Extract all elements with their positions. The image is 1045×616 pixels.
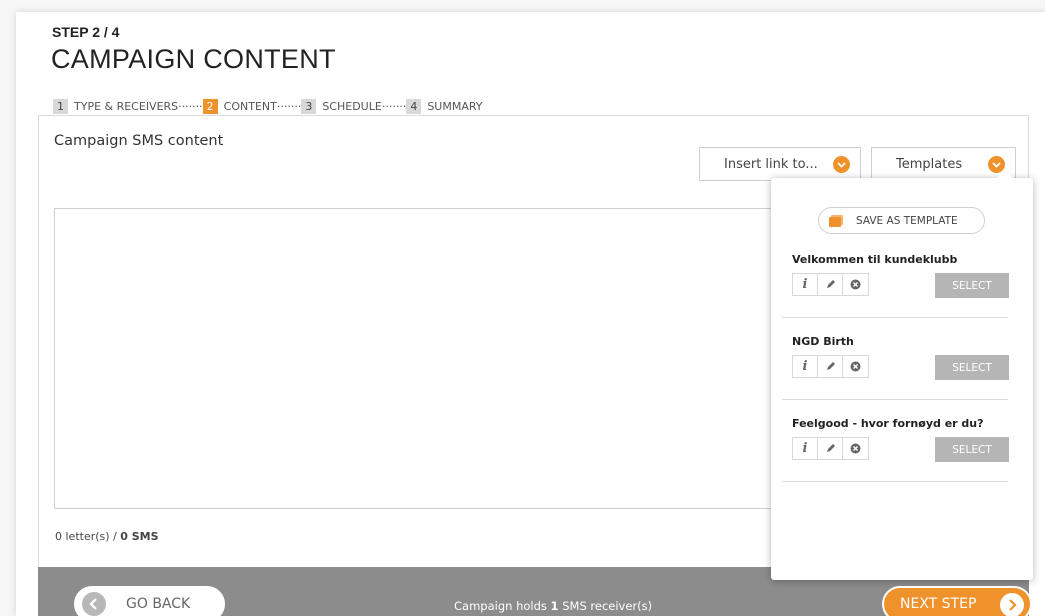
next-step-label: NEXT STEP (900, 596, 977, 612)
close-circle-icon[interactable] (843, 274, 868, 295)
info-icon[interactable]: i (793, 438, 818, 459)
step-type-receivers[interactable]: 1 TYPE & RECEIVERS (53, 99, 178, 114)
step-separator: ······· (276, 100, 302, 113)
arrow-right-icon (1000, 593, 1024, 616)
pencil-icon[interactable] (818, 438, 843, 459)
close-circle-icon[interactable] (843, 356, 868, 377)
receiver-count: 1 (550, 599, 559, 613)
receiver-summary: Campaign holds 1 SMS receiver(s) (454, 599, 652, 613)
select-template-button[interactable]: SELECT (935, 355, 1009, 380)
arrow-left-icon (82, 592, 106, 616)
save-as-template-button[interactable]: SAVE AS TEMPLATE (818, 207, 985, 234)
pencil-icon[interactable] (818, 356, 843, 377)
next-step-button[interactable]: NEXT STEP (882, 586, 1032, 616)
wizard-stepper: 1 TYPE & RECEIVERS ······· 2 CONTENT ···… (53, 99, 483, 114)
sms-counter: 0 letter(s) / 0 SMS (55, 530, 159, 543)
templates-label: Templates (896, 156, 963, 172)
info-icon[interactable]: i (793, 274, 818, 295)
go-back-label: GO BACK (126, 596, 191, 612)
chevron-down-icon (833, 156, 850, 173)
template-item: Velkommen til kundeklubb i SELECT (782, 236, 1009, 318)
step-separator: ······· (178, 100, 203, 113)
template-actions: i (792, 273, 869, 296)
select-template-button[interactable]: SELECT (935, 437, 1009, 462)
templates-dropdown[interactable]: Templates (871, 147, 1016, 181)
template-name: Velkommen til kundeklubb (792, 253, 958, 266)
template-actions: i (792, 355, 869, 378)
receiver-summary-suffix: SMS receiver(s) (558, 599, 653, 613)
template-actions: i (792, 437, 869, 460)
go-back-button[interactable]: GO BACK (74, 586, 225, 616)
step-label: CONTENT (223, 100, 277, 113)
template-item: Feelgood - hvor fornøyd er du? i SELECT (782, 400, 1009, 482)
step-schedule[interactable]: 3 SCHEDULE (301, 99, 382, 114)
receiver-summary-prefix: Campaign holds (454, 599, 551, 613)
step-number: 3 (301, 99, 317, 114)
panel-title: Campaign SMS content (54, 133, 224, 149)
step-summary[interactable]: 4 SUMMARY (406, 99, 483, 114)
insert-link-dropdown[interactable]: Insert link to... (699, 147, 861, 181)
menu-pointer (997, 170, 1013, 178)
step-number: 4 (406, 99, 422, 114)
letter-count: 0 letter(s) / (55, 530, 121, 543)
pencil-icon[interactable] (818, 274, 843, 295)
page-title: CAMPAIGN CONTENT (51, 44, 336, 74)
template-name: Feelgood - hvor fornøyd er du? (792, 417, 984, 430)
templates-menu: SAVE AS TEMPLATE Velkommen til kundeklub… (771, 170, 1033, 580)
step-separator: ······· (381, 100, 407, 113)
template-item: NGD Birth i SELECT (782, 318, 1009, 400)
step-label: STEP 2 / 4 (52, 24, 120, 40)
select-template-button[interactable]: SELECT (935, 273, 1009, 298)
save-as-template-label: SAVE AS TEMPLATE (856, 214, 958, 227)
close-circle-icon[interactable] (843, 438, 868, 459)
sms-content-textarea[interactable] (54, 208, 784, 509)
step-label: SCHEDULE (322, 100, 382, 113)
step-label: TYPE & RECEIVERS (74, 100, 179, 113)
template-name: NGD Birth (792, 335, 854, 348)
step-content[interactable]: 2 CONTENT (202, 99, 277, 114)
info-icon[interactable]: i (793, 356, 818, 377)
step-number: 2 (202, 99, 218, 114)
copy-icon (829, 214, 843, 227)
step-label: SUMMARY (427, 100, 483, 113)
sms-count: 0 SMS (120, 530, 159, 543)
insert-link-label: Insert link to... (724, 156, 818, 172)
step-number: 1 (53, 99, 68, 114)
